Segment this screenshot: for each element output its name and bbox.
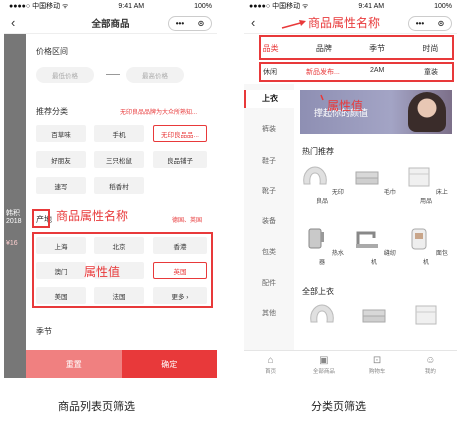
annotation-arrows xyxy=(281,20,324,101)
left-caption: 商品列表页筛选 xyxy=(58,401,135,413)
attr-value-annotation: 属性值 xyxy=(327,99,364,113)
right-caption: 分类页筛选 xyxy=(311,401,366,413)
attr-name-annotation: 商品属性名称 xyxy=(308,16,381,30)
